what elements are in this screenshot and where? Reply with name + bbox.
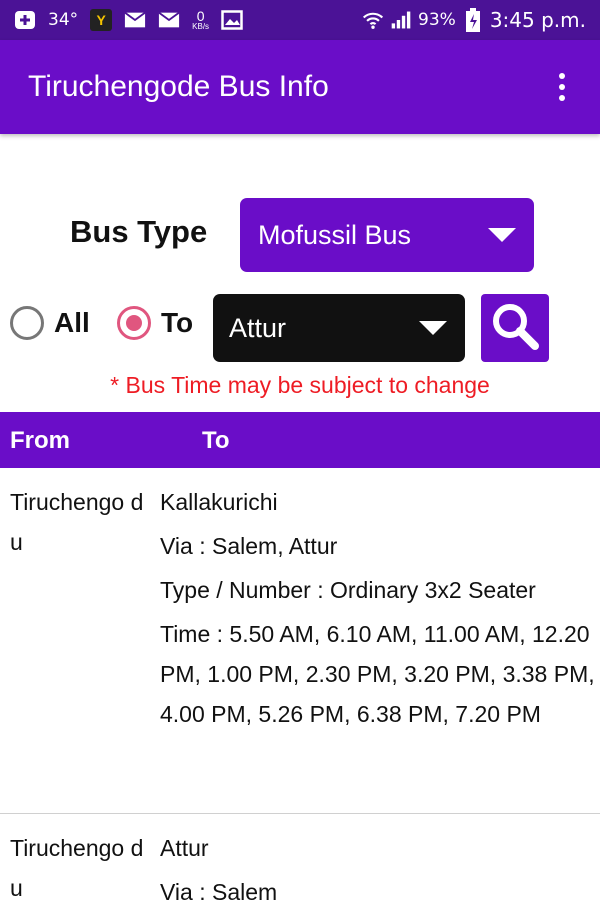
radio-to[interactable]: To (117, 306, 193, 340)
image-icon (221, 10, 243, 30)
route-type: Type / Number : Ordinary 3x2 Seater (160, 577, 536, 603)
signal-icon (390, 11, 412, 29)
chevron-down-icon (419, 321, 447, 335)
route-from: Tiruchengo du (10, 835, 144, 900)
column-header-from: From (10, 427, 70, 454)
search-button[interactable] (481, 294, 549, 362)
table-header: From To (0, 412, 600, 468)
network-speed-unit: KB/s (192, 21, 210, 31)
temperature-text: 34° (48, 10, 79, 30)
route-destination: Kallakurichi (160, 489, 278, 515)
destination-selected-value: Attur (229, 312, 287, 343)
bus-type-selected-value: Mofussil Bus (258, 219, 412, 250)
network-speed-value: 0 (196, 8, 205, 25)
app-title: Tiruchengode Bus Info (28, 70, 329, 103)
route-via: Via : Salem (160, 879, 278, 900)
clock: 3:45 p.m. (489, 8, 586, 32)
chevron-down-icon (488, 228, 516, 242)
plus-icon (14, 11, 36, 29)
radio-all[interactable]: All (10, 306, 90, 340)
filter-row: All To Attur (0, 294, 600, 362)
battery-icon (462, 8, 484, 32)
route-destination: Attur (160, 835, 209, 861)
radio-to-label: To (161, 307, 194, 338)
bus-type-label: Bus Type (70, 214, 208, 249)
bus-type-row: Bus Type Mofussil Bus (0, 198, 600, 272)
network-speed-icon: 0 KB/s (192, 8, 210, 31)
destination-dropdown[interactable]: Attur (213, 294, 465, 362)
status-bar: 34° Y 0 KB/s 93% 3:45 p.m. (0, 0, 600, 40)
yandex-icon: Y (90, 9, 113, 31)
radio-to-button[interactable] (117, 306, 151, 340)
radio-all-label: All (54, 307, 90, 338)
table-row[interactable]: Tiruchengo du Kallakurichi Via : Salem, … (0, 470, 600, 814)
mail-icon (158, 11, 180, 29)
battery-percent: 93% (418, 10, 456, 30)
route-via: Via : Salem, Attur (160, 533, 338, 559)
column-header-to: To (202, 427, 230, 454)
overflow-menu-icon[interactable] (552, 70, 572, 104)
app-bar: Tiruchengode Bus Info (0, 40, 600, 134)
search-icon (488, 299, 542, 358)
route-times: Time : 5.50 AM, 6.10 AM, 11.00 AM, 12.20… (160, 621, 595, 727)
radio-all-button[interactable] (10, 306, 44, 340)
schedule-notice: * Bus Time may be subject to change (110, 372, 490, 398)
mail-icon (124, 11, 146, 29)
wifi-icon (362, 11, 384, 29)
route-details: Kallakurichi Via : Salem, Attur Type / N… (160, 482, 600, 734)
route-details: Attur Via : Salem (160, 828, 600, 900)
route-from: Tiruchengo du (10, 489, 144, 555)
table-row[interactable]: Tiruchengo du Attur Via : Salem (0, 816, 600, 900)
bus-type-dropdown[interactable]: Mofussil Bus (240, 198, 534, 272)
